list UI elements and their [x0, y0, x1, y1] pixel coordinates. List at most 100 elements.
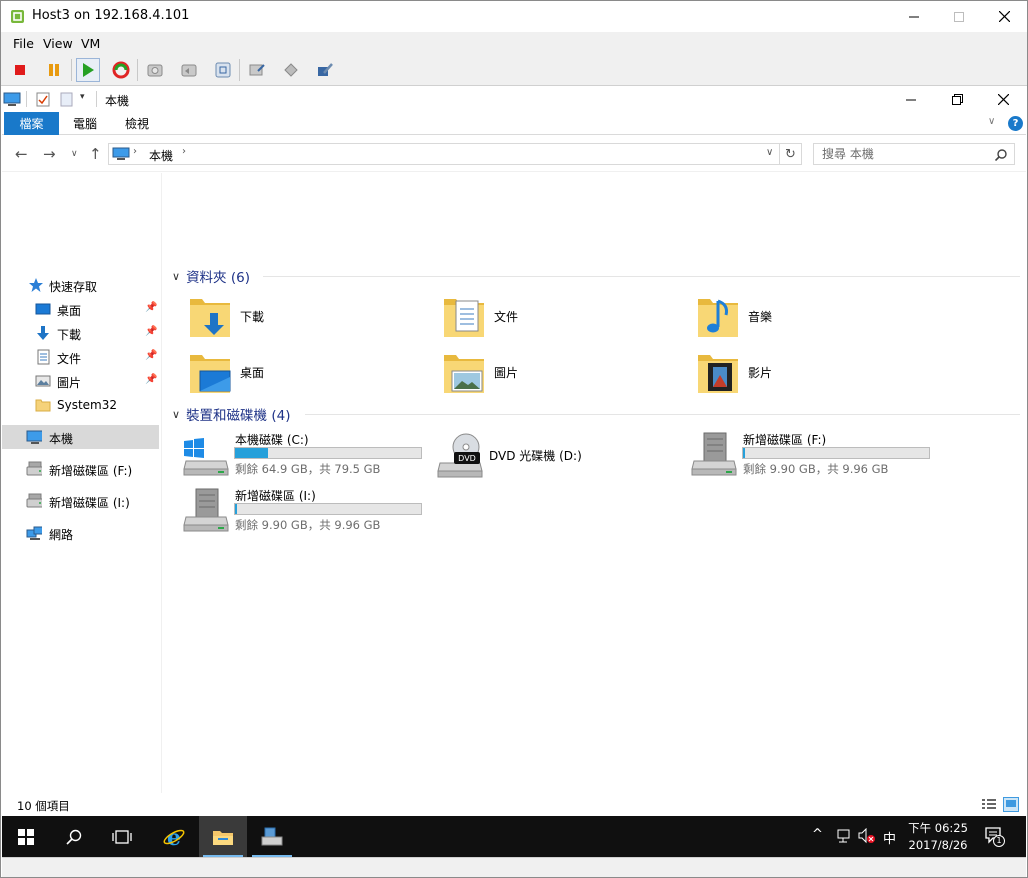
file-explorer-taskbar-button[interactable]: [199, 816, 247, 857]
back-arrow-icon[interactable]: ←: [15, 145, 28, 163]
snapshot-manager-button[interactable]: [211, 58, 235, 82]
pin-icon[interactable]: 📌: [145, 302, 157, 313]
menu-vm[interactable]: VM: [81, 36, 100, 51]
search-button[interactable]: [50, 816, 98, 857]
breadcrumb-this-pc[interactable]: 本機: [149, 147, 173, 164]
help-icon[interactable]: ?: [1008, 116, 1023, 131]
reset-icon: [112, 61, 130, 79]
nav-label: 文件: [57, 352, 82, 366]
nav-quick-access[interactable]: 快速存取: [2, 273, 159, 297]
network-icon: [26, 526, 42, 540]
tab-file[interactable]: 檔案: [4, 112, 59, 135]
suspend-button[interactable]: [42, 58, 66, 82]
ribbon-tabs: 檔案 電腦 檢視 ∨ ?: [2, 112, 1026, 135]
search-input[interactable]: [822, 147, 982, 161]
nav-downloads[interactable]: 下載 📌: [2, 321, 159, 345]
documents-folder-icon: [444, 299, 484, 337]
close-icon: [998, 11, 1010, 22]
edit-vm-button[interactable]: [313, 58, 337, 82]
drive-i[interactable]: 新增磁碟區 (I:) 剩餘 9.90 GB，共 9.96 GB: [182, 487, 432, 537]
folder-pictures[interactable]: 圖片: [442, 349, 692, 399]
folder-videos[interactable]: 影片: [696, 349, 946, 399]
search-box[interactable]: [813, 143, 1015, 165]
nav-desktop[interactable]: 桌面 📌: [2, 297, 159, 321]
drive-f[interactable]: 新增磁碟區 (F:) 剩餘 9.90 GB，共 9.96 GB: [690, 431, 940, 481]
explorer-close-button[interactable]: [980, 87, 1026, 112]
forward-arrow-icon[interactable]: →: [43, 145, 56, 163]
devices-group-header[interactable]: ∨ 裝置和磁碟機 (4): [172, 405, 290, 425]
quick-access-toolbar-dropdown-icon[interactable]: ▾: [80, 92, 85, 102]
reset-button[interactable]: [109, 58, 133, 82]
folder-label: 桌面: [240, 366, 265, 380]
snapshot-icon: [147, 64, 163, 77]
network-status-icon[interactable]: [836, 829, 852, 844]
action-center-button[interactable]: 1: [984, 826, 1006, 848]
folder-downloads[interactable]: 下載: [188, 293, 438, 343]
maximize-button[interactable]: [936, 1, 982, 32]
pin-icon[interactable]: 📌: [145, 374, 157, 385]
minimize-button[interactable]: [891, 1, 937, 32]
start-button[interactable]: [2, 816, 50, 857]
up-arrow-icon[interactable]: ↑: [89, 145, 102, 163]
expand-ribbon-icon[interactable]: ∨: [988, 116, 995, 127]
folder-desktop[interactable]: 桌面: [188, 349, 438, 399]
internet-explorer-button[interactable]: e: [150, 816, 198, 857]
new-folder-icon[interactable]: [60, 92, 73, 107]
show-hidden-icons-icon[interactable]: ^: [812, 827, 823, 842]
tab-computer[interactable]: 電腦: [59, 112, 111, 135]
drive-d[interactable]: DVD DVD 光碟機 (D:): [436, 431, 686, 481]
menu-file[interactable]: File: [13, 36, 34, 51]
ime-indicator[interactable]: 中: [883, 828, 896, 847]
breadcrumb-chevron-icon[interactable]: ›: [182, 146, 186, 157]
close-button[interactable]: [981, 1, 1027, 32]
nav-drive-f[interactable]: 新增磁碟區 (F:): [2, 457, 159, 481]
tab-view[interactable]: 檢視: [111, 112, 163, 135]
power-off-button[interactable]: [8, 58, 32, 82]
nav-this-pc[interactable]: 本機: [2, 425, 159, 449]
nav-network[interactable]: 網路: [2, 521, 159, 545]
music-folder-icon: [698, 299, 738, 337]
address-history-dropdown-icon[interactable]: ∨: [766, 147, 773, 158]
drive-c[interactable]: 本機磁碟 (C:) 剩餘 64.9 GB，共 79.5 GB: [182, 431, 432, 481]
folder-label: 影片: [748, 366, 773, 380]
snapshot-button[interactable]: [143, 58, 167, 82]
pin-icon[interactable]: 📌: [145, 326, 157, 337]
nav-pictures[interactable]: 圖片 📌: [2, 369, 159, 393]
large-icons-view-icon[interactable]: [1003, 797, 1019, 812]
vmware-tools-button[interactable]: [279, 58, 303, 82]
clock[interactable]: 下午 06:25 2017/8/26: [897, 820, 979, 854]
details-view-icon[interactable]: [981, 798, 997, 811]
revert-snapshot-button[interactable]: [177, 58, 201, 82]
refresh-button[interactable]: ↻: [780, 143, 802, 165]
server-manager-taskbar-button[interactable]: [248, 816, 296, 857]
vm-settings-button[interactable]: [245, 58, 269, 82]
drive-icon: [26, 493, 42, 508]
explorer-minimize-button[interactable]: [888, 87, 934, 112]
power-on-button[interactable]: [76, 58, 100, 82]
drive-usage-bar: [234, 447, 422, 459]
vm-toolbar: [1, 54, 1027, 86]
folder-documents[interactable]: 文件: [442, 293, 692, 343]
status-bar: 10 個項目: [2, 793, 1026, 816]
vm-menubar: File View VM: [1, 32, 1027, 54]
folder-music[interactable]: 音樂: [696, 293, 946, 343]
revert-snapshot-icon: [181, 64, 197, 77]
nav-label: 快速存取: [49, 280, 98, 294]
menu-view[interactable]: View: [43, 36, 73, 51]
search-icon: [66, 829, 82, 845]
nav-drive-i[interactable]: 新增磁碟區 (I:): [2, 489, 159, 513]
folders-group-header[interactable]: ∨ 資料夾 (6): [172, 267, 250, 287]
nav-documents[interactable]: 文件 📌: [2, 345, 159, 369]
task-view-button[interactable]: [98, 816, 146, 857]
nav-system32[interactable]: System32: [2, 393, 159, 417]
address-bar[interactable]: › 本機 › ∨: [108, 143, 780, 165]
drive-free-space: 剩餘 9.90 GB，共 9.96 GB: [743, 462, 889, 476]
volume-muted-icon[interactable]: [858, 828, 876, 844]
explorer-restore-button[interactable]: [934, 87, 980, 112]
recent-locations-dropdown-icon[interactable]: ∨: [71, 149, 78, 159]
search-icon: [995, 149, 1007, 161]
drive-usage-bar: [742, 447, 930, 459]
file-explorer-window: ▾ 本機 檔案 電腦 檢視 ∨ ? ← → ∨ ↑ › 本機 › ∨ ↻ 搜尋 …: [2, 87, 1026, 816]
pin-icon[interactable]: 📌: [145, 350, 157, 361]
properties-icon[interactable]: [36, 92, 50, 107]
